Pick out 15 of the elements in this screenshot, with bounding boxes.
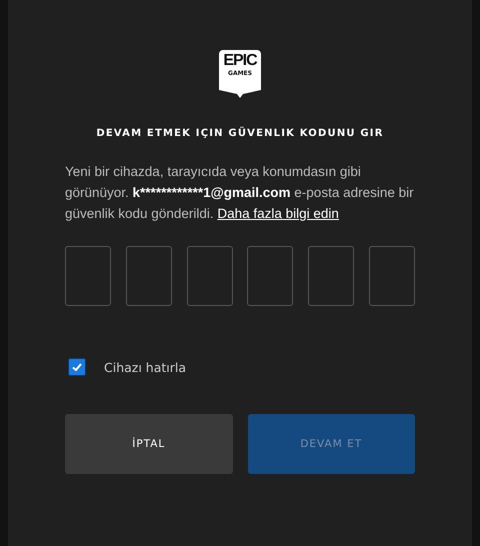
checkbox-label: Cihazı hatırla bbox=[104, 360, 186, 374]
message-text: Yeni bir cihazda, tarayıcıda veya konumdasın gibi görünüyor. k************1@gmail.com e-posta adresine bir güvenlik kodu gönderildi. Daha fazla bilgi edin bbox=[65, 163, 415, 223]
code-field[interactable] bbox=[186, 246, 233, 306]
check-icon bbox=[71, 361, 83, 373]
code-field[interactable] bbox=[65, 246, 111, 306]
code-field[interactable] bbox=[126, 246, 172, 306]
checkbox[interactable] bbox=[68, 358, 86, 376]
logo-icon bbox=[219, 50, 261, 98]
learn-more-link[interactable]: Daha fazla bilgi edin bbox=[217, 206, 339, 221]
code-field[interactable] bbox=[308, 246, 354, 306]
dialog-title: DEVAM ETMEK IÇIN GÜVENLIK KODUNU GIR bbox=[96, 128, 384, 139]
code-field[interactable] bbox=[368, 246, 415, 306]
logo-text: EPIC bbox=[223, 53, 257, 69]
code-field[interactable] bbox=[247, 246, 294, 306]
cancel-button[interactable]: İPTAL bbox=[65, 414, 232, 474]
